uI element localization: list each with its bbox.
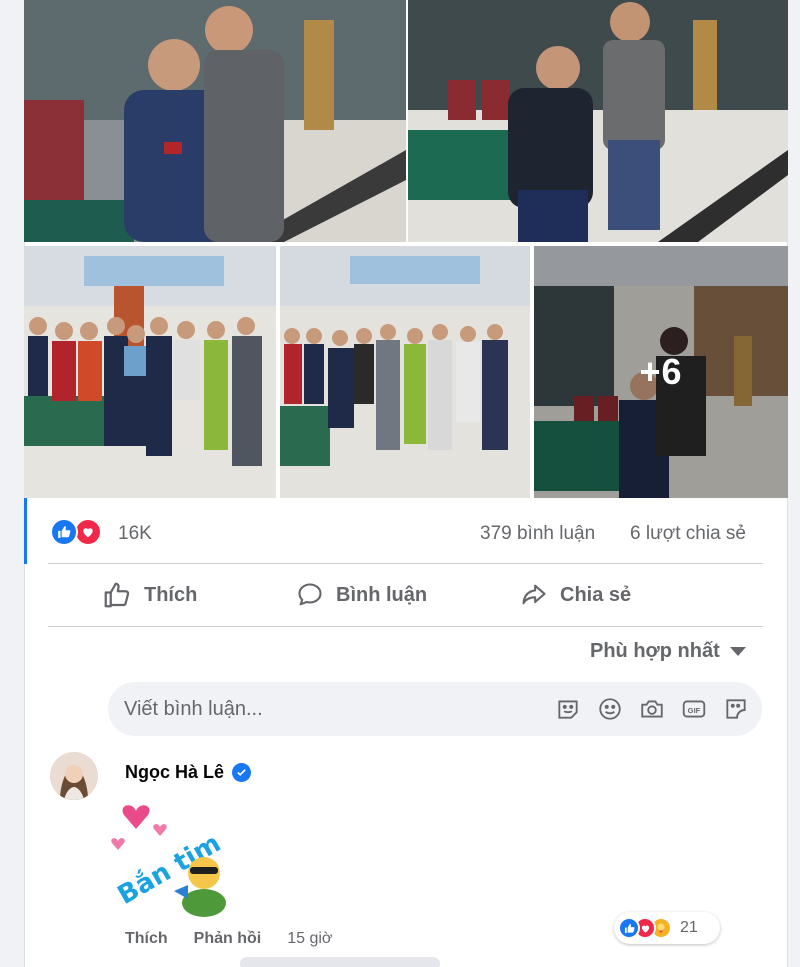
comment-input-icons: GIF [554,695,750,723]
like-icon [50,518,78,546]
comment-reactions[interactable]: 21 [614,912,720,944]
next-comment-placeholder [240,957,440,967]
emoji-icon[interactable] [596,695,624,723]
comment-time[interactable]: 15 giờ [287,930,332,948]
comment-button[interactable]: Bình luận [296,570,427,620]
comment-like-button[interactable]: Thích [125,930,168,948]
reaction-count[interactable]: 16K [118,523,152,545]
like-button-label: Thích [144,583,198,606]
shares-count[interactable]: 6 lượt chia sẻ [630,523,746,545]
share-button[interactable]: Chia sẻ [520,570,631,620]
avatar-sticker-icon[interactable] [554,695,582,723]
commenter-avatar[interactable] [50,752,98,800]
svg-text:GIF: GIF [688,706,701,715]
comment-reaction-count: 21 [680,919,698,936]
camera-icon[interactable] [638,695,666,723]
comment-bubble-icon [298,583,322,606]
commenter-name[interactable]: Ngọc Hà Lê [125,762,252,783]
heart-shot-sticker[interactable]: Bắn tim [104,795,234,920]
comment-button-label: Bình luận [336,583,428,606]
reactions-summary: 16K 379 bình luận 6 lượt chia sẻ [50,516,765,550]
thumbs-up-icon [104,582,130,608]
sticker-icon[interactable] [722,695,750,723]
share-button-label: Chia sẻ [560,583,632,606]
post-photo-4[interactable] [280,246,530,498]
comments-count[interactable]: 379 bình luận [480,523,595,545]
like-icon [618,917,640,939]
verified-badge-icon [232,763,252,782]
share-arrow-icon [522,584,546,605]
sort-label: Phù hợp nhất [590,640,720,662]
post-photo-1[interactable] [24,0,406,242]
comment-meta: Thích Phản hồi 15 giờ [125,930,332,948]
divider-bottom [48,626,763,627]
comment-input[interactable] [124,697,524,721]
divider-top [48,563,763,564]
reaction-icons[interactable] [50,518,110,548]
post-photo-5[interactable]: +6 [534,246,788,498]
post-photo-3[interactable] [24,246,276,498]
more-photos-overlay[interactable]: +6 [534,246,788,498]
post-photo-2[interactable] [408,0,788,242]
comment-input-box[interactable]: GIF [108,682,762,736]
love-icon [74,518,102,546]
caret-down-icon [729,647,746,656]
comment-sort-dropdown[interactable]: Phù hợp nhất [590,640,746,663]
like-button[interactable]: Thích [102,570,197,620]
gif-icon[interactable]: GIF [680,695,708,723]
focus-accent-bar [24,498,27,564]
commenter-name-text[interactable]: Ngọc Hà Lê [125,762,224,783]
comment-reply-button[interactable]: Phản hồi [194,930,262,948]
